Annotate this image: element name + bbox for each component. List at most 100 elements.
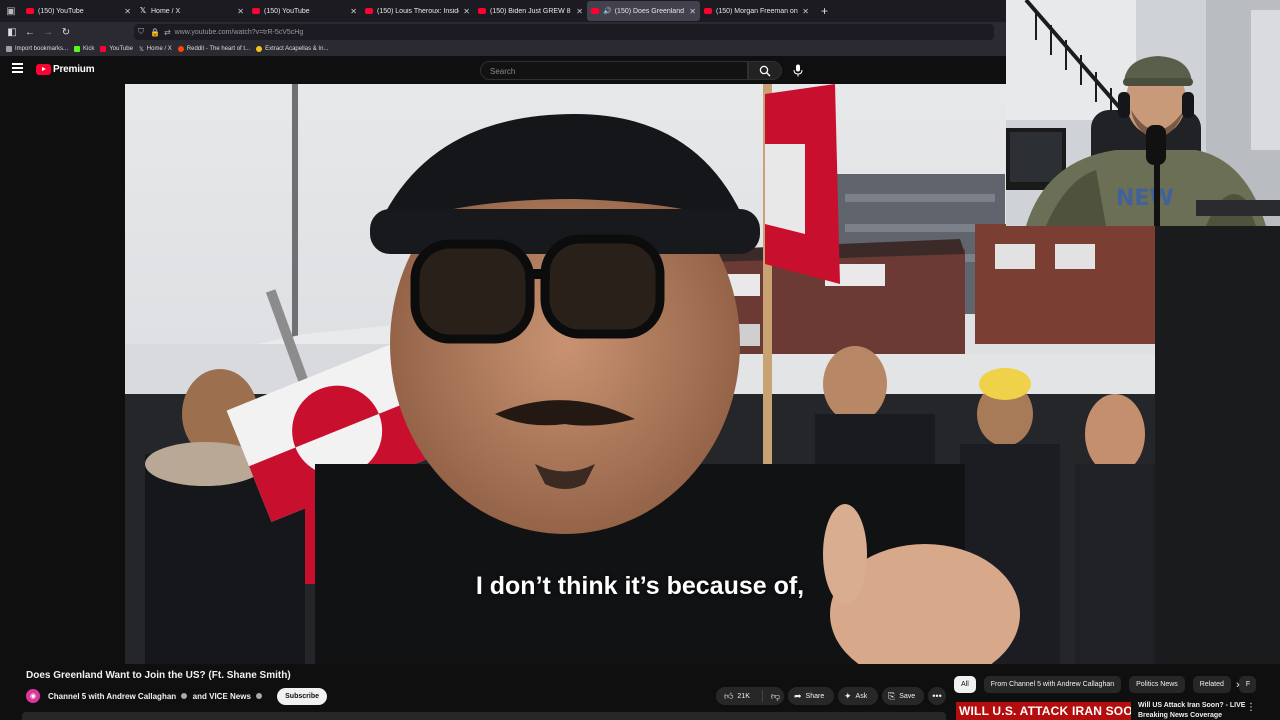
permissions-icon[interactable]: ⇄ bbox=[164, 28, 171, 37]
lock-icon[interactable]: 🔒 bbox=[150, 28, 160, 37]
hamburger-menu-icon[interactable] bbox=[12, 63, 23, 75]
like-button[interactable]: 👍︎ 21K bbox=[716, 690, 763, 702]
close-icon[interactable]: ✕ bbox=[463, 7, 470, 16]
bookmark-item[interactable]: Import bookmarks... bbox=[6, 46, 68, 52]
channel-avatar[interactable]: ◉ bbox=[26, 689, 40, 703]
save-button[interactable]: ⎘ Save bbox=[882, 687, 924, 705]
youtube-icon bbox=[100, 46, 107, 52]
shield-icon[interactable]: ⛉ bbox=[138, 27, 144, 37]
thumbs-up-icon: 👍︎ bbox=[724, 690, 734, 701]
like-count: 21K bbox=[737, 692, 750, 700]
browser-tab[interactable]: (150) Biden Just GREW 8 Inches ✕ bbox=[474, 1, 587, 21]
youtube-logo[interactable]: Premium bbox=[36, 64, 95, 75]
address-bar[interactable]: ⛉ 🔒 ⇄ www.youtube.com/watch?v=trR-5cV5cH… bbox=[134, 24, 994, 40]
bookmark-item[interactable]: 𝕏 Home / X bbox=[139, 46, 172, 53]
back-icon[interactable]: ← bbox=[21, 27, 39, 38]
kick-icon bbox=[74, 46, 81, 52]
tab-title: (150) YouTube bbox=[264, 7, 310, 15]
channel-row: ◉ Channel 5 with Andrew Callaghan and VI… bbox=[26, 687, 327, 705]
browser-tab[interactable]: (150) YouTube ✕ bbox=[22, 1, 135, 21]
video-player[interactable]: I don’t think it’s because of, bbox=[125, 84, 1155, 664]
chip-truncated[interactable]: F bbox=[1238, 675, 1256, 693]
browser-nav-bar: ◧ ← → ↻ ⛉ 🔒 ⇄ www.youtube.com/watch?v=tr… bbox=[0, 22, 1006, 42]
more-vertical-icon[interactable]: ⋮ bbox=[1246, 702, 1256, 713]
bookmark-item[interactable]: YouTube bbox=[100, 46, 133, 52]
save-label: Save bbox=[899, 692, 916, 700]
thumbs-down-icon: 👎︎ bbox=[770, 690, 780, 701]
speaker-icon[interactable]: 🔊 bbox=[603, 7, 612, 15]
description-box[interactable] bbox=[22, 712, 946, 720]
channel-name-primary[interactable]: Channel 5 with Andrew Callaghan bbox=[48, 692, 176, 701]
bookmark-item[interactable]: Extract Acapellas & In... bbox=[256, 46, 328, 52]
verified-icon bbox=[181, 693, 188, 700]
search-input[interactable]: Search bbox=[480, 61, 748, 80]
url-text[interactable]: www.youtube.com/watch?v=trR-5cV5cHg bbox=[175, 29, 304, 36]
chip-related[interactable]: Related bbox=[1192, 675, 1231, 693]
youtube-icon bbox=[478, 8, 486, 14]
sparkle-icon: ✦ bbox=[844, 690, 852, 701]
youtube-icon bbox=[365, 8, 373, 14]
ask-label: Ask bbox=[855, 692, 868, 700]
video-title: Does Greenland Want to Join the US? (Ft.… bbox=[26, 670, 291, 681]
browser-tab-active[interactable]: 🔊 (150) Does Greenland Want ✕ bbox=[587, 1, 700, 21]
youtube-icon bbox=[704, 8, 712, 14]
bookmark-label: Kick bbox=[83, 46, 95, 52]
new-tab-icon[interactable]: + bbox=[821, 4, 828, 18]
close-icon[interactable]: ✕ bbox=[237, 7, 244, 16]
suggested-video-title[interactable]: Will US Attack Iran Soon? - LIVE bbox=[1138, 702, 1245, 709]
chip-politics-news[interactable]: Politics News bbox=[1129, 675, 1185, 693]
channel-name[interactable]: Channel 5 with Andrew Callaghan and VICE… bbox=[48, 692, 265, 701]
browser-tab[interactable]: 𝕏 Home / X ✕ bbox=[135, 1, 248, 21]
import-icon bbox=[6, 46, 12, 52]
verified-icon bbox=[256, 693, 263, 700]
tab-list-icon[interactable]: ▣ bbox=[0, 0, 22, 22]
logo-text: Premium bbox=[53, 64, 95, 75]
youtube-play-icon bbox=[36, 64, 51, 75]
close-icon[interactable]: ✕ bbox=[350, 7, 357, 16]
svg-text:NEW: NEW bbox=[1116, 186, 1174, 211]
bookmark-item[interactable]: Reddit - The heart of t... bbox=[177, 46, 251, 52]
tab-title: (150) YouTube bbox=[38, 7, 84, 15]
bookmark-label: Reddit - The heart of t... bbox=[186, 46, 251, 52]
extract-icon bbox=[256, 46, 263, 52]
forward-icon[interactable]: → bbox=[39, 27, 57, 38]
channel-name-secondary[interactable]: VICE News bbox=[209, 692, 251, 701]
youtube-icon bbox=[26, 8, 34, 14]
browser-tab[interactable]: (150) YouTube ✕ bbox=[248, 1, 361, 21]
close-icon[interactable]: ✕ bbox=[124, 7, 131, 16]
sidebar-toggle-icon[interactable]: ◧ bbox=[3, 27, 21, 38]
subscribe-button[interactable]: Subscribe bbox=[277, 687, 327, 705]
reload-icon[interactable]: ↻ bbox=[57, 27, 75, 38]
browser-tab[interactable]: (150) Morgan Freeman on AI tr ✕ bbox=[700, 1, 813, 21]
chevron-right-icon[interactable]: › bbox=[1236, 679, 1240, 691]
dislike-button[interactable]: 👎︎ bbox=[763, 691, 784, 702]
chip-all[interactable]: All bbox=[954, 675, 976, 693]
bookmark-label: Extract Acapellas & In... bbox=[265, 46, 329, 52]
browser-tab[interactable]: (150) Louis Theroux: Inside The ✕ bbox=[361, 1, 474, 21]
more-horizontal-icon: ••• bbox=[932, 691, 942, 701]
voice-search-button[interactable] bbox=[788, 61, 808, 80]
microphone-icon bbox=[793, 64, 803, 77]
close-icon[interactable]: ✕ bbox=[576, 7, 583, 16]
bookmark-label: Home / X bbox=[146, 46, 172, 52]
bookmark-item[interactable]: Kick bbox=[74, 46, 94, 52]
close-icon[interactable]: ✕ bbox=[689, 7, 696, 16]
browser-tab-bar: ▣ (150) YouTube ✕ 𝕏 Home / X ✕ (150) You… bbox=[0, 0, 1006, 22]
ask-button[interactable]: ✦ Ask bbox=[838, 687, 878, 705]
search-button[interactable] bbox=[748, 61, 782, 80]
more-actions-button[interactable]: ••• bbox=[928, 687, 946, 705]
recommendation-chips: All From Channel 5 with Andrew Callaghan… bbox=[954, 675, 1264, 693]
thumbnail-text: WILL U.S. ATTACK IRAN SOON? bbox=[959, 704, 1131, 718]
bookmark-icon: ⎘ bbox=[888, 690, 896, 701]
chip-from-channel[interactable]: From Channel 5 with Andrew Callaghan bbox=[983, 675, 1122, 693]
reddit-icon bbox=[177, 46, 184, 52]
bookmark-label: Import bookmarks... bbox=[15, 46, 69, 52]
x-icon: 𝕏 bbox=[138, 46, 144, 53]
suggested-video-thumbnail[interactable]: WILL U.S. ATTACK IRAN SOON? bbox=[956, 702, 1131, 720]
video-caption: I don’t think it’s because of, bbox=[475, 572, 805, 600]
youtube-icon bbox=[591, 8, 599, 14]
close-icon[interactable]: ✕ bbox=[802, 7, 809, 16]
share-button[interactable]: ➦ Share bbox=[788, 687, 834, 705]
right-panel-background bbox=[1155, 226, 1280, 664]
share-label: Share bbox=[805, 692, 825, 700]
